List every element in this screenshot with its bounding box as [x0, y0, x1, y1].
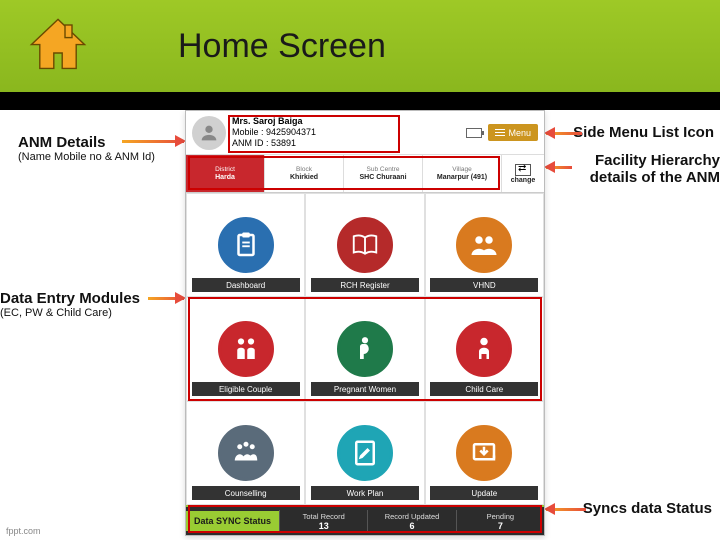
clipboard-icon [218, 217, 274, 273]
app-header: Mrs. Saroj Baiga Mobile : 9425904371 ANM… [186, 111, 544, 155]
callout-sync: Syncs data Status [583, 500, 712, 517]
book-icon [337, 217, 393, 273]
callout-hierarchy: Facility Hierarchy details of the ANM [552, 152, 720, 186]
tile-label: Child Care [430, 382, 538, 396]
arrow-icon [546, 166, 572, 169]
workplan-icon [337, 425, 393, 481]
tile-pregnant-women[interactable]: Pregnant Women [305, 297, 424, 401]
hamburger-icon [495, 127, 505, 138]
change-button[interactable]: change [502, 155, 544, 192]
pregnant-icon [337, 321, 393, 377]
tile-eligible-couple[interactable]: Eligible Couple [186, 297, 305, 401]
tile-label: VHND [430, 278, 538, 292]
tile-dashboard[interactable]: Dashboard [186, 193, 305, 297]
tile-label: Counselling [192, 486, 300, 500]
tile-child-care[interactable]: Child Care [425, 297, 544, 401]
user-info: Mrs. Saroj Baiga Mobile : 9425904371 ANM… [232, 116, 316, 150]
home-icon [18, 11, 98, 81]
avatar-icon [192, 116, 226, 150]
tile-counselling[interactable]: Counselling [186, 401, 305, 505]
tile-label: RCH Register [311, 278, 419, 292]
hierarchy-cell[interactable]: DistrictHarda [186, 155, 265, 192]
sync-status-bar: Data SYNC Status Total Record13 Record U… [186, 505, 544, 535]
tile-work-plan[interactable]: Work Plan [305, 401, 424, 505]
tile-update[interactable]: Update [425, 401, 544, 505]
group-icon [456, 217, 512, 273]
title-banner: Home Screen [0, 0, 720, 110]
tile-label: Pregnant Women [311, 382, 419, 396]
battery-icon [466, 128, 482, 138]
hierarchy-bar: DistrictHarda BlockKhirkied Sub CentreSH… [186, 155, 544, 193]
tile-label: Update [430, 486, 538, 500]
sync-title: Data SYNC Status [186, 511, 279, 531]
arrow-icon [122, 140, 184, 143]
callout-data-entry: Data Entry Modules (EC, PW & Child Care) [0, 290, 140, 319]
tile-label: Work Plan [311, 486, 419, 500]
swap-icon [515, 164, 531, 176]
tile-label: Eligible Couple [192, 382, 300, 396]
tile-label: Dashboard [192, 278, 300, 292]
arrow-icon [148, 297, 184, 300]
menu-button[interactable]: Menu [488, 124, 538, 141]
slide-title: Home Screen [178, 27, 386, 66]
footer-watermark: fppt.com [6, 526, 41, 536]
update-icon [456, 425, 512, 481]
hierarchy-cell[interactable]: Sub CentreSHC Churaani [344, 155, 423, 192]
callout-anm-details: ANM Details (Name Mobile no & ANM Id) [18, 134, 155, 163]
phone-screenshot: Mrs. Saroj Baiga Mobile : 9425904371 ANM… [185, 110, 545, 536]
sync-cell: Pending7 [456, 510, 544, 533]
callout-side-menu: Side Menu List Icon [573, 124, 714, 141]
couple-icon [218, 321, 274, 377]
arrow-icon [546, 132, 582, 135]
arrow-icon [546, 508, 586, 511]
hierarchy-cell[interactable]: BlockKhirkied [265, 155, 344, 192]
child-icon [456, 321, 512, 377]
hierarchy-cell[interactable]: VillageManarpur (491) [423, 155, 502, 192]
sync-cell: Total Record13 [279, 510, 367, 533]
tile-rch-register[interactable]: RCH Register [305, 193, 424, 297]
counsel-icon [218, 425, 274, 481]
tile-vhnd[interactable]: VHND [425, 193, 544, 297]
sync-cell: Record Updated6 [367, 510, 455, 533]
